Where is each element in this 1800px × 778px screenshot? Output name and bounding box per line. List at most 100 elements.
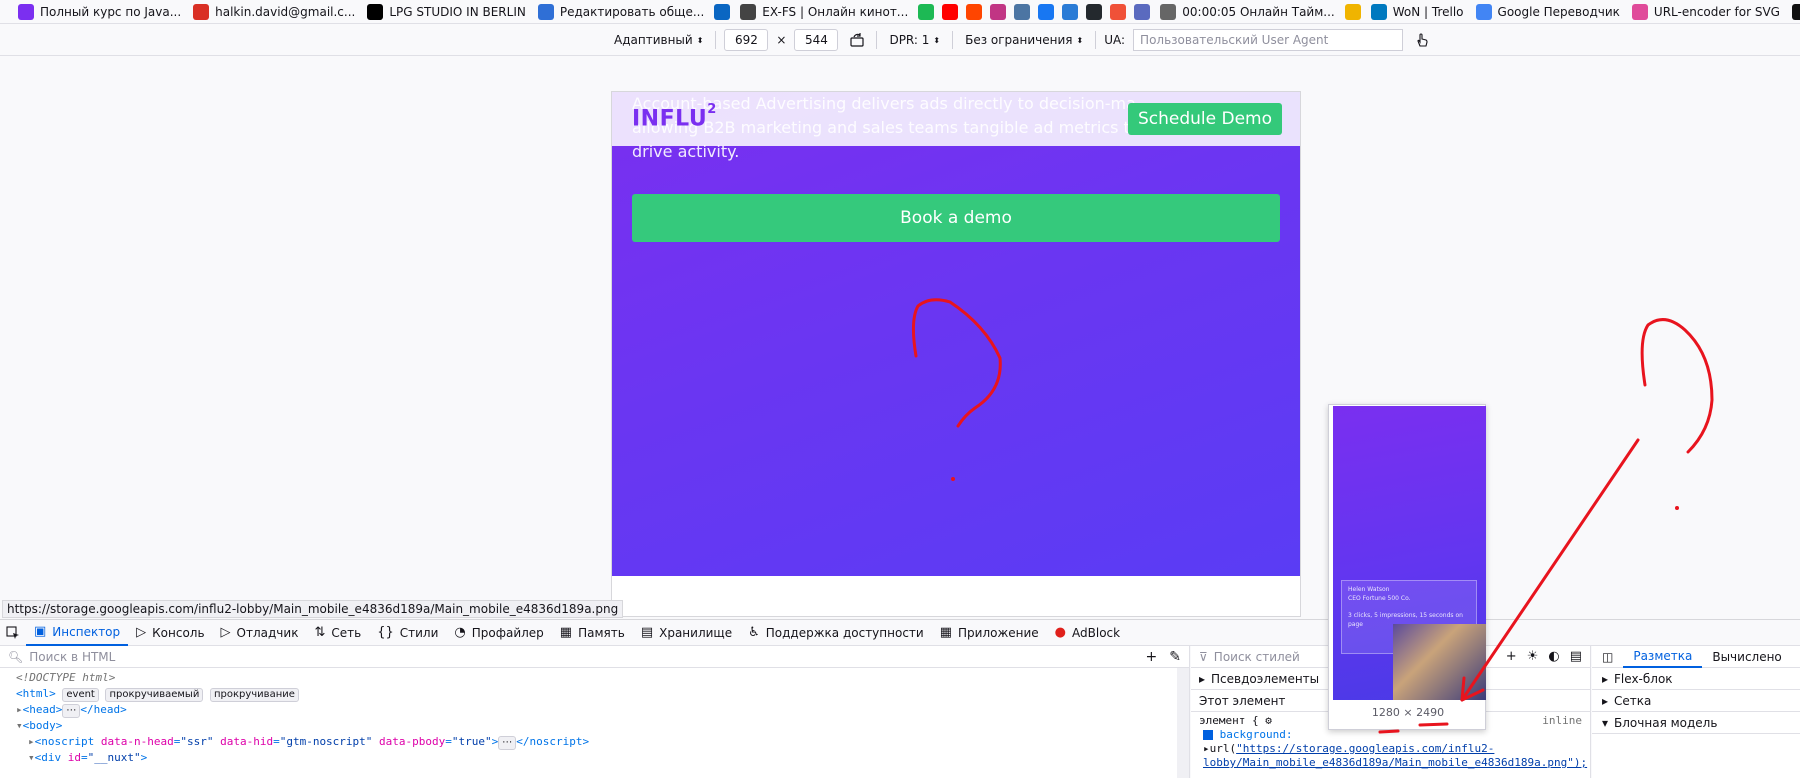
tab-network[interactable]: ⇅ Сеть (306, 620, 369, 646)
tree-row-noscript[interactable]: ▸<noscript data-n-head="ssr" data-hid="g… (16, 734, 1189, 750)
grid-section[interactable]: ▸ Сетка (1592, 690, 1800, 712)
gear-icon[interactable]: ⚙ (1265, 714, 1272, 727)
add-node-icon[interactable]: + (1146, 649, 1158, 665)
throttle-select[interactable]: Без ограничения ⬍ (961, 33, 1087, 47)
tree-row-body[interactable]: ▾<body> (16, 718, 1189, 734)
bookmark-item[interactable] (1130, 0, 1154, 23)
throttle-label: Без ограничения (965, 33, 1073, 47)
tab-accessibility[interactable]: ♿︎ Поддержка доступности (740, 620, 932, 646)
bookmark-item[interactable] (710, 0, 734, 23)
bookmark-item[interactable]: Dashboard | He (1786, 0, 1800, 23)
html-scrollbar[interactable] (1177, 668, 1189, 778)
viewport-width-input[interactable]: 692 (724, 29, 769, 51)
collapsed-badge[interactable]: ⋯ (498, 736, 517, 750)
tab-layout[interactable]: Разметка (1623, 646, 1703, 668)
influ2-logo[interactable]: INFLU2 (632, 102, 717, 132)
attr-value: "gtm-noscript" (279, 735, 373, 748)
scrollable-badge[interactable]: прокручиваемый (105, 688, 204, 702)
tab-inspector[interactable]: ▣ Инспектор (26, 620, 129, 646)
bookmark-item[interactable] (914, 0, 938, 23)
light-mode-icon[interactable]: ☀ (1527, 649, 1539, 664)
bookmark-item[interactable]: WoN | Trello (1365, 0, 1470, 23)
collapse-arrow-icon[interactable]: ▾ (16, 719, 23, 732)
box-icon (1062, 3, 1079, 20)
bookmark-item[interactable]: Google Переводчик (1470, 0, 1626, 23)
bookmark-item[interactable]: EX-FS | Онлайн кинот... (734, 0, 914, 23)
bookmark-item[interactable]: Редактировать обще... (532, 0, 710, 23)
expand-arrow-icon[interactable]: ▸ (28, 735, 35, 748)
tree-row-doctype[interactable]: <!DOCTYPE html> (16, 670, 1189, 686)
bookmark-item[interactable]: 00:00:05 Онлайн Тайм... (1154, 0, 1340, 23)
book-demo-button[interactable]: Book a demo (632, 194, 1280, 242)
expand-arrow-icon[interactable]: ▸ (1203, 742, 1210, 755)
expand-arrow-icon[interactable]: ▸ (16, 703, 23, 716)
bookmark-item[interactable] (962, 0, 986, 23)
bookmark-item[interactable] (938, 0, 962, 23)
collapsed-badge[interactable]: ⋯ (62, 704, 81, 718)
logo-text: INFLU (632, 106, 708, 132)
devtools-panel: ▣ Инспектор ▷ Консоль ▷ Отладчик ⇅ Сеть {} Стили ◔… (0, 619, 1800, 778)
checkbox-icon[interactable] (1203, 730, 1213, 740)
bookmark-item[interactable] (1058, 0, 1082, 23)
flexbox-section[interactable]: ▸ Flex-блок (1592, 668, 1800, 690)
bookmark-item[interactable] (1010, 0, 1034, 23)
bookmark-item[interactable] (1341, 0, 1365, 23)
tab-application[interactable]: ▦ Приложение (932, 620, 1047, 646)
element-picker-button[interactable] (0, 620, 26, 646)
head-tag: <head> (22, 703, 63, 716)
noscript-close-tag: </noscript> (516, 735, 590, 748)
bookmark-item[interactable] (986, 0, 1010, 23)
tab-storage[interactable]: ▤ Хранилище (633, 620, 740, 646)
dpr-label: DPR: 1 (889, 33, 930, 47)
html-search[interactable]: 🔍︎ Поиск в HTML (0, 646, 1189, 668)
eyedropper-icon[interactable]: ✎ (1169, 649, 1181, 665)
schedule-demo-button[interactable]: Schedule Demo (1127, 103, 1282, 135)
tab-adblock[interactable]: ● AdBlock (1047, 620, 1128, 646)
dark-mode-icon[interactable]: ◐ (1548, 649, 1559, 664)
tab-memory[interactable]: ▦ Память (552, 620, 633, 646)
rule-source[interactable]: inline (1542, 714, 1582, 728)
box-model-section[interactable]: ▾ Блочная модель (1592, 712, 1800, 734)
bookmark-item[interactable] (1106, 0, 1130, 23)
tab-styles[interactable]: {} Стили (369, 620, 446, 646)
preview-photo (1393, 624, 1486, 700)
tab-debugger[interactable]: ▷ Отладчик (213, 620, 307, 646)
bookmark-item[interactable]: Полный курс по Java... (12, 0, 187, 23)
status-url: https://storage.googleapis.com/influ2-lo… (2, 600, 624, 618)
collapse-arrow-icon[interactable]: ▾ (28, 751, 35, 764)
add-rule-icon[interactable]: + (1506, 649, 1517, 664)
tab-console[interactable]: ▷ Консоль (128, 620, 212, 646)
tab-label: Сеть (331, 625, 362, 640)
sidebar-toggle-icon[interactable]: ◫ (1592, 650, 1623, 664)
tree-row-head[interactable]: ▸<head> ⋯ </head> (16, 702, 1189, 718)
dpr-select[interactable]: DPR: 1 ⬍ (885, 33, 944, 47)
bookmark-item[interactable] (1034, 0, 1058, 23)
device-select[interactable]: Адаптивный ⬍ (610, 33, 707, 47)
grid-label: Сетка (1614, 693, 1652, 708)
tab-profiler[interactable]: ◔ Профайлер (446, 620, 551, 646)
body-tag: <body> (22, 719, 63, 732)
css-url-value[interactable]: "https://storage.googleapis.com/influ2-l… (1203, 742, 1587, 769)
bookmark-label: Редактировать обще... (559, 4, 705, 19)
bookmark-item[interactable]: URL-encoder for SVG (1626, 0, 1786, 23)
viewport-height-input[interactable]: 544 (794, 29, 839, 51)
tree-row-nuxt[interactable]: ▾<div id="__nuxt"> (16, 750, 1189, 766)
bookmark-item[interactable]: LPG STUDIO IN BERLIN (361, 0, 532, 23)
collapse-arrow-icon: ▾ (1602, 715, 1609, 730)
css-property[interactable]: background: (1220, 728, 1293, 741)
debugger-icon: ▷ (220, 625, 231, 640)
bookmark-label: URL-encoder for SVG (1653, 4, 1780, 19)
tab-overflow[interactable]: Ц (1792, 650, 1800, 664)
user-agent-input[interactable]: Пользовательский User Agent (1133, 29, 1404, 51)
tree-row-html[interactable]: <html> event прокручиваемый прокручивани… (16, 686, 1189, 702)
event-badge[interactable]: event (62, 688, 99, 702)
scrolling-badge[interactable]: прокручивание (209, 688, 299, 702)
print-media-icon[interactable]: ▤ (1570, 649, 1582, 664)
touch-simulation-button[interactable] (1411, 29, 1433, 51)
dashboard-icon (1791, 3, 1800, 20)
bookmark-item[interactable] (1082, 0, 1106, 23)
memory-icon: ▦ (559, 625, 573, 640)
rotate-viewport-button[interactable] (846, 29, 868, 51)
tab-computed[interactable]: Вычислено (1702, 650, 1791, 664)
bookmark-item[interactable]: halkin.david@gmail.c... (187, 0, 361, 23)
